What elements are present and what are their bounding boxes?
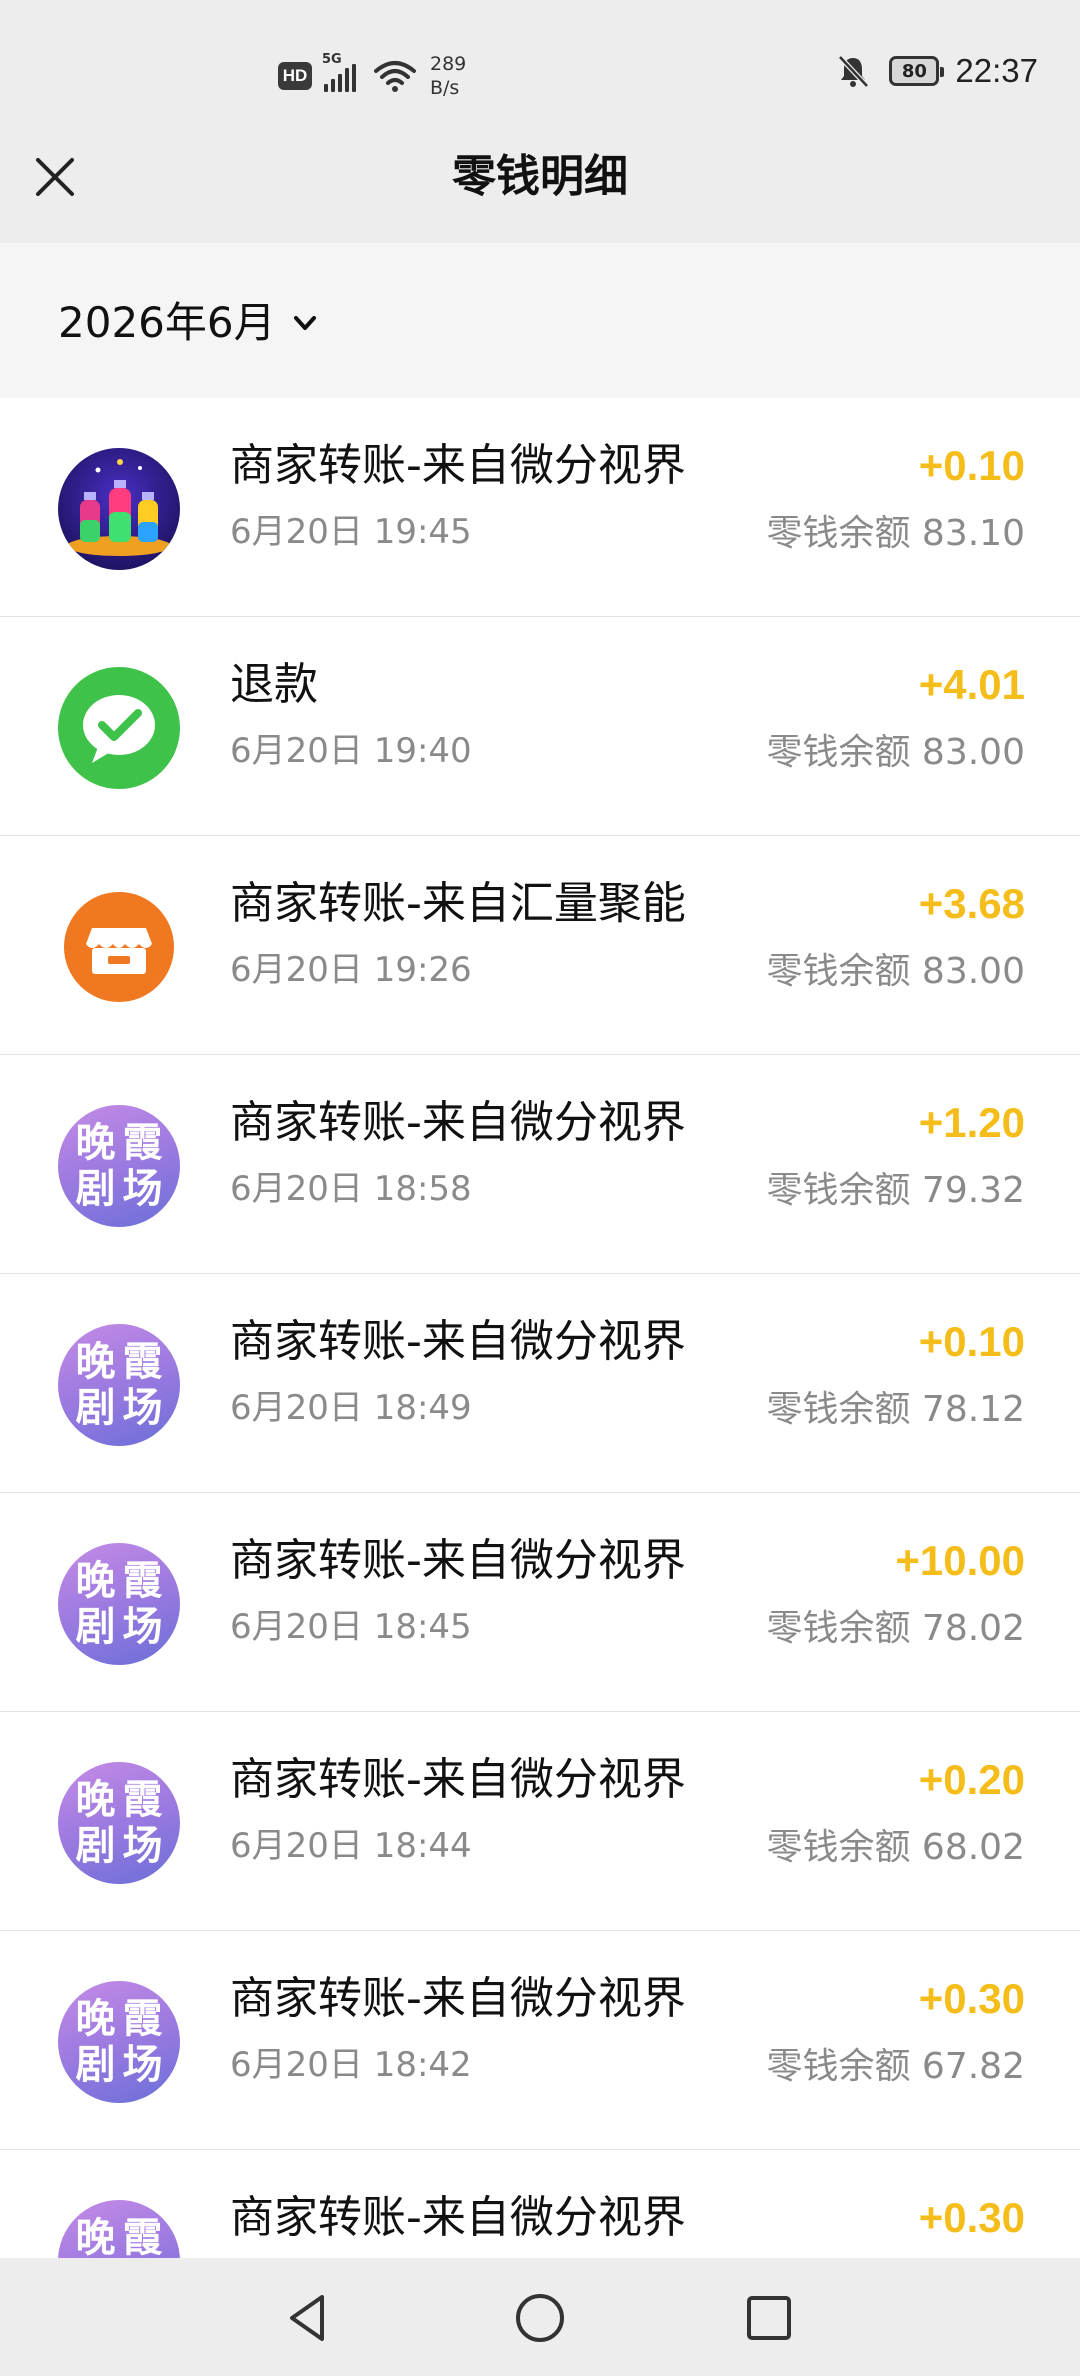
transaction-balance: 零钱余额 68.02 [766, 1827, 1025, 1868]
transaction-balance: 零钱余额 83.00 [766, 732, 1025, 773]
home-circle-icon[interactable] [511, 2289, 569, 2347]
wifi-icon [374, 61, 416, 92]
logo-char: 剧 [75, 1604, 116, 1650]
transaction-time: 6月20日 18:58 [230, 1169, 472, 1209]
transaction-balance: 零钱余额 79.32 [766, 1170, 1025, 1211]
transaction-title: 商家转账-来自微分视界 [230, 2192, 686, 2243]
chevron-down-icon [293, 316, 316, 330]
transaction-balance: 零钱余额 67.82 [766, 2046, 1025, 2087]
logo-char: 晚 [75, 2215, 116, 2261]
transaction-amount: +0.20 [918, 1756, 1025, 1803]
game-bottles-avatar [58, 448, 180, 570]
transaction-time: 6月20日 18:42 [230, 2045, 472, 2085]
shop-icon [86, 928, 152, 974]
status-right: 80 22:37 [835, 52, 1038, 90]
transaction-balance: 零钱余额 83.00 [766, 951, 1025, 992]
month-selector[interactable]: 2026年6月 [58, 295, 320, 351]
logo-char: 剧 [75, 1823, 116, 1869]
theater-logo-avatar: 晚 霞 剧 场 [58, 1105, 180, 1227]
speed-unit: B/s [430, 77, 460, 99]
transaction-row[interactable]: 商家转账-来自微分视界 6月20日 19:45 +0.10 零钱余额 83.10 [0, 398, 1080, 617]
logo-char: 晚 [75, 1339, 116, 1385]
logo-char: 场 [122, 1166, 163, 1212]
transaction-amount: +0.30 [918, 1975, 1025, 2022]
transaction-amount: +0.10 [918, 442, 1025, 489]
transaction-row[interactable]: 退款 6月20日 19:40 +4.01 零钱余额 83.00 [0, 617, 1080, 836]
transaction-amount: +0.30 [918, 2194, 1025, 2241]
transaction-row[interactable]: 晚 霞 剧 场 商家转账-来自微分视界 6月20日 18:58 +1.20 零钱… [0, 1055, 1080, 1274]
logo-char: 场 [122, 1823, 163, 1869]
transaction-title: 退款 [230, 659, 318, 710]
network-speed: 289 B/s [430, 52, 466, 100]
logo-char: 场 [122, 2042, 163, 2088]
theater-logo-avatar: 晚 霞 剧 场 [58, 1543, 180, 1665]
transaction-balance: 零钱余额 83.10 [766, 513, 1025, 554]
logo-char: 晚 [75, 1996, 116, 2042]
transaction-title: 商家转账-来自微分视界 [230, 1973, 686, 2024]
logo-char: 剧 [75, 2042, 116, 2088]
transaction-amount: +1.20 [918, 1099, 1025, 1146]
page-title: 零钱明细 [452, 151, 628, 202]
transaction-title: 商家转账-来自微分视界 [230, 1754, 686, 1805]
transaction-amount: +3.68 [918, 880, 1025, 927]
logo-char: 场 [122, 1604, 163, 1650]
transaction-time: 6月20日 18:45 [230, 1607, 472, 1647]
transaction-time: 6月20日 18:49 [230, 1388, 472, 1428]
transaction-row[interactable]: 晚 霞 剧 场 商家转账-来自微分视界 6月20日 18:44 +0.20 零钱… [0, 1712, 1080, 1931]
wechat-logo-avatar [58, 667, 180, 789]
transaction-amount: +4.01 [918, 661, 1025, 708]
transaction-row[interactable]: 晚 霞 剧 场 商家转账-来自微分视界 6月20日 18:42 +0.30 零钱… [0, 1931, 1080, 2150]
recents-square-icon[interactable] [740, 2289, 798, 2347]
status-left: HD 5G 289 B/s [278, 52, 466, 100]
logo-char: 晚 [75, 1777, 116, 1823]
status-bar: HD 5G 289 B/s 80 22:37 [0, 0, 1080, 145]
transaction-title: 商家转账-来自微分视界 [230, 1316, 686, 1367]
logo-char: 晚 [75, 1558, 116, 1604]
transaction-row[interactable]: 晚 霞 剧 场 商家转账-来自微分视界 6月20日 18:49 +0.10 零钱… [0, 1274, 1080, 1493]
theater-logo-avatar: 晚 霞 剧 场 [58, 1762, 180, 1884]
theater-logo-avatar: 晚 霞 剧 场 [58, 1324, 180, 1446]
transaction-list: 商家转账-来自微分视界 6月20日 19:45 +0.10 零钱余额 83.10… [0, 398, 1080, 2369]
transaction-balance: 零钱余额 78.12 [766, 1389, 1025, 1430]
logo-char: 剧 [75, 1166, 116, 1212]
transaction-row[interactable]: 晚 霞 剧 场 商家转账-来自微分视界 6月20日 18:45 +10.00 零… [0, 1493, 1080, 1712]
bell-muted-icon [838, 55, 870, 88]
logo-char: 霞 [122, 1558, 163, 1604]
transaction-time: 6月20日 19:45 [230, 512, 472, 552]
month-label: 2026年6月 [58, 298, 276, 347]
battery-indicator: 80 [889, 56, 945, 86]
transaction-amount: +0.10 [918, 1318, 1025, 1365]
logo-char: 霞 [122, 1996, 163, 2042]
theater-logo-avatar: 晚 霞 剧 场 [58, 1981, 180, 2103]
logo-char: 场 [122, 1385, 163, 1431]
back-triangle-icon[interactable] [280, 2289, 338, 2347]
transaction-title: 商家转账-来自微分视界 [230, 440, 686, 491]
transaction-row[interactable]: 商家转账-来自汇量聚能 6月20日 19:26 +3.68 零钱余额 83.00 [0, 836, 1080, 1055]
shop-icon-avatar [64, 892, 174, 1002]
transaction-amount: +10.00 [895, 1537, 1025, 1584]
transaction-time: 6月20日 19:40 [230, 731, 472, 771]
clock: 22:37 [955, 52, 1038, 89]
logo-char: 霞 [122, 1120, 163, 1166]
logo-char: 剧 [75, 1385, 116, 1431]
speed-value: 289 [430, 53, 467, 75]
transaction-balance: 零钱余额 78.02 [766, 1608, 1025, 1649]
transaction-title: 商家转账-来自汇量聚能 [230, 878, 686, 929]
transaction-time: 6月20日 19:26 [230, 950, 472, 990]
logo-char: 晚 [75, 1120, 116, 1166]
logo-char: 霞 [122, 2215, 163, 2261]
transaction-time: 6月20日 18:44 [230, 1826, 472, 1866]
signal-icon: 5G [322, 52, 362, 96]
hd-badge: HD [278, 62, 312, 90]
transaction-title: 商家转账-来自微分视界 [230, 1535, 686, 1586]
transaction-title: 商家转账-来自微分视界 [230, 1097, 686, 1148]
logo-char: 霞 [122, 1339, 163, 1385]
logo-char: 霞 [122, 1777, 163, 1823]
